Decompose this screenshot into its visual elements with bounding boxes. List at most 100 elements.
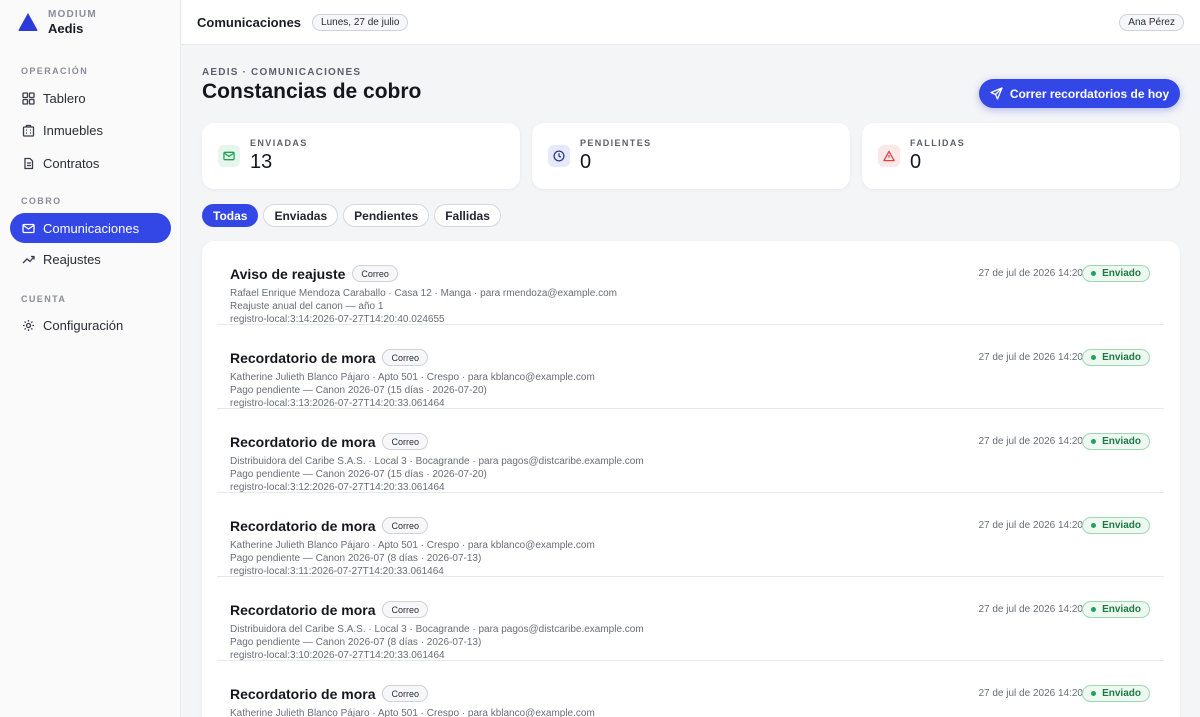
filter-todas[interactable]: Todas: [202, 204, 259, 227]
list-item[interactable]: Aviso de reajuste Correo Rafael Enrique Me…: [217, 241, 1164, 325]
breadcrumb: AEDIS · COMUNICACIONES: [202, 67, 362, 78]
item-timestamp: 27 de jul de 2026 14:20: [978, 688, 1083, 699]
item-title-text: Recordatorio de mora: [230, 349, 376, 366]
item-subject: Pago pendiente — Canon 2026-07 (8 días ·…: [230, 637, 482, 648]
stat-label: FALLIDAS: [910, 138, 966, 148]
item-subject: Reajuste anual del canon — año 1: [230, 301, 384, 312]
channel-badge: Correo: [382, 433, 428, 450]
status-label: Enviado: [1102, 268, 1141, 279]
run-reminders-label: Correr recordatorios de hoy: [1009, 86, 1170, 101]
status-badge: Enviado: [1082, 517, 1150, 534]
clock-icon: [548, 145, 570, 167]
item-title-text: Recordatorio de mora: [230, 517, 376, 534]
sidebar-item-configuracion[interactable]: Configuración: [10, 310, 171, 340]
item-title: Recordatorio de mora Correo: [230, 433, 428, 450]
sidebar-item-label: Inmuebles: [43, 122, 103, 138]
communications-list: Aviso de reajuste Correo Rafael Enrique Me…: [202, 241, 1180, 717]
list-item[interactable]: Recordatorio de mora Correo Katherine Juli…: [217, 661, 1164, 717]
item-timestamp: 27 de jul de 2026 14:20: [978, 352, 1083, 363]
item-title: Aviso de reajuste Correo: [230, 265, 398, 282]
run-reminders-button[interactable]: Correr recordatorios de hoy: [979, 79, 1180, 108]
status-badge: Enviado: [1082, 265, 1150, 282]
filter-enviadas[interactable]: Enviadas: [263, 204, 339, 227]
item-title-text: Recordatorio de mora: [230, 433, 376, 450]
item-record-id: registro-local:3:11:2026-07-27T14:20:33.…: [230, 566, 444, 577]
status-dot-icon: [1091, 355, 1097, 360]
item-record-id: registro-local:3:13:2026-07-27T14:20:33.…: [230, 398, 445, 409]
sidebar-item-label: Reajustes: [43, 251, 101, 267]
channel-badge: Correo: [382, 685, 428, 702]
gear-icon: [21, 318, 35, 332]
status-label: Enviado: [1102, 520, 1141, 531]
stat-card-enviadas: ENVIADAS 13: [202, 123, 520, 189]
status-dot-icon: [1091, 523, 1097, 528]
stat-value: 0: [910, 151, 922, 173]
item-recipient: Katherine Julieth Blanco Pájaro · Apto 5…: [230, 708, 595, 717]
item-title: Recordatorio de mora Correo: [230, 685, 428, 702]
sidebar-item-label: Comunicaciones: [43, 220, 140, 236]
item-timestamp: 27 de jul de 2026 14:20: [978, 520, 1083, 531]
user-menu[interactable]: Ana Pérez: [1119, 13, 1184, 31]
item-title: Recordatorio de mora Correo: [230, 517, 428, 534]
item-subject: Pago pendiente — Canon 2026-07 (15 días …: [230, 469, 487, 480]
list-item[interactable]: Recordatorio de mora Correo Distribuidora …: [217, 409, 1164, 493]
brand[interactable]: MODIUM Aedis: [0, 0, 180, 44]
list-item[interactable]: Recordatorio de mora Correo Katherine Juli…: [217, 493, 1164, 577]
status-label: Enviado: [1102, 436, 1141, 447]
status-dot-icon: [1091, 691, 1097, 696]
item-title: Recordatorio de mora Correo: [230, 601, 428, 618]
item-recipient: Katherine Julieth Blanco Pájaro · Apto 5…: [230, 540, 595, 551]
item-title-text: Aviso de reajuste: [230, 265, 346, 282]
mail-icon: [21, 221, 35, 235]
trend-icon: [21, 252, 35, 266]
status-dot-icon: [1091, 439, 1097, 444]
stat-label: PENDIENTES: [580, 138, 652, 148]
item-record-id: registro-local:3:14:2026-07-27T14:20:40.…: [230, 314, 445, 325]
grid-icon: [21, 91, 35, 105]
brand-org: MODIUM: [48, 8, 97, 20]
item-recipient: Katherine Julieth Blanco Pájaro · Apto 5…: [230, 372, 595, 383]
item-title-text: Recordatorio de mora: [230, 601, 376, 618]
status-badge: Enviado: [1082, 685, 1150, 702]
status-label: Enviado: [1102, 604, 1141, 615]
send-icon: [990, 87, 1003, 100]
filter-tabs: Todas Enviadas Pendientes Fallidas: [202, 204, 506, 227]
status-badge: Enviado: [1082, 349, 1150, 366]
mail-icon: [218, 145, 240, 167]
building-icon: [21, 123, 35, 137]
item-subject: Pago pendiente — Canon 2026-07 (8 días ·…: [230, 553, 482, 564]
nav-section-cobro: COBRO: [21, 196, 62, 206]
page-title: Constancias de cobro: [202, 80, 422, 103]
date-badge: Lunes, 27 de julio: [312, 13, 409, 31]
stat-card-pendientes: PENDIENTES 0: [532, 123, 850, 189]
stat-value: 0: [580, 151, 592, 173]
status-badge: Enviado: [1082, 433, 1150, 450]
status-dot-icon: [1091, 607, 1097, 612]
sidebar-item-label: Configuración: [43, 317, 124, 333]
item-subject: Pago pendiente — Canon 2026-07 (15 días …: [230, 385, 487, 396]
sidebar-item-contratos[interactable]: Contratos: [10, 148, 171, 178]
contract-icon: [21, 156, 35, 170]
filter-fallidas[interactable]: Fallidas: [434, 204, 501, 227]
item-title: Recordatorio de mora Correo: [230, 349, 428, 366]
stat-value: 13: [250, 151, 273, 173]
item-record-id: registro-local:3:10:2026-07-27T14:20:33.…: [230, 650, 445, 661]
sidebar-item-label: Tablero: [43, 90, 86, 106]
item-recipient: Distribuidora del Caribe S.A.S. · Local …: [230, 624, 644, 635]
list-item[interactable]: Recordatorio de mora Correo Katherine Juli…: [217, 325, 1164, 409]
channel-badge: Correo: [382, 349, 428, 366]
list-item[interactable]: Recordatorio de mora Correo Distribuidora …: [217, 577, 1164, 661]
sidebar-item-comunicaciones[interactable]: Comunicaciones: [10, 213, 171, 243]
sidebar-item-tablero[interactable]: Tablero: [10, 83, 171, 113]
sidebar-item-reajustes[interactable]: Reajustes: [10, 244, 171, 274]
stat-card-fallidas: FALLIDAS 0: [862, 123, 1180, 189]
logo-icon: [18, 13, 38, 31]
sidebar-item-label: Contratos: [43, 155, 100, 171]
filter-pendientes[interactable]: Pendientes: [343, 204, 430, 227]
topbar-title: Comunicaciones: [197, 14, 302, 30]
channel-badge: Correo: [382, 517, 428, 534]
status-label: Enviado: [1102, 352, 1141, 363]
item-timestamp: 27 de jul de 2026 14:20: [978, 268, 1083, 279]
item-title-text: Recordatorio de mora: [230, 685, 376, 702]
sidebar-item-inmuebles[interactable]: Inmuebles: [10, 115, 171, 145]
